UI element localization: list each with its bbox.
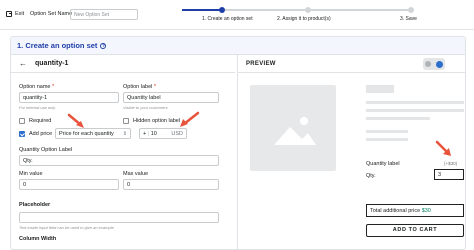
required-label: Required xyxy=(29,118,52,124)
required-checkbox[interactable] xyxy=(19,118,25,124)
option-label-label: Option label * xyxy=(123,84,157,90)
annotation-arrow-icon xyxy=(67,113,84,128)
add-price-label: Add price xyxy=(29,131,53,137)
create-option-set-panel: 1. Create an option set ? ← quantity-1 O… xyxy=(10,36,466,250)
stepper-line xyxy=(311,9,411,11)
option-editor-header: ← quantity-1 xyxy=(11,55,235,73)
placeholder-label: Placeholder xyxy=(19,202,51,208)
product-image-placeholder xyxy=(250,85,336,171)
step-3-label: 3. Save xyxy=(400,16,417,22)
placeholder-input[interactable] xyxy=(19,212,219,223)
annotation-arrow-icon xyxy=(180,111,200,127)
total-value: $30 xyxy=(421,208,431,214)
top-bar: Exit Option Set Name New Option Set 1. C… xyxy=(0,0,474,30)
mobile-icon[interactable] xyxy=(435,60,443,68)
total-label: Total additional price xyxy=(370,208,421,214)
text-placeholder-bar xyxy=(366,117,430,120)
price-type-value: Price for each quantity xyxy=(59,131,114,137)
placeholder-hint: Text inside input field can be used to g… xyxy=(19,225,114,230)
exit-label: Exit xyxy=(15,11,25,17)
price-amount-input[interactable]: + | 10 USD xyxy=(139,128,187,139)
add-to-cart-button[interactable]: ADD TO CART xyxy=(366,224,464,237)
step-2-label: 2. Assign it to product(s) xyxy=(277,16,331,22)
preview-quantity-label: Quantity label xyxy=(366,161,400,167)
price-sign: + xyxy=(143,131,147,137)
panel-header: 1. Create an option set ? xyxy=(11,37,465,55)
option-set-name-input[interactable]: New Option Set xyxy=(70,9,138,20)
hidden-option-label-checkbox[interactable] xyxy=(123,118,129,124)
quantity-option-label-input[interactable]: Qty. xyxy=(19,155,219,166)
option-name-hint: For internal use only xyxy=(19,105,56,110)
device-toggle[interactable] xyxy=(423,58,445,70)
select-caret-icon: ⇕ xyxy=(122,131,127,137)
text-placeholder-bar xyxy=(366,101,464,104)
price-type-select[interactable]: Price for each quantity ⇕ xyxy=(55,128,131,139)
exit-button[interactable]: Exit xyxy=(6,11,24,17)
preview-pane: PREVIEW Quantity label (+$30) Qty. 3 Tot… xyxy=(237,55,465,249)
stepper-line-done xyxy=(182,9,220,11)
price-amount-value: 10 xyxy=(150,131,157,137)
preview-price-tag: (+$30) xyxy=(444,161,458,166)
image-placeholder-icon xyxy=(274,117,316,145)
desktop-icon[interactable] xyxy=(425,61,432,67)
option-name-label: Option name * xyxy=(19,84,55,90)
min-value-label: Min value xyxy=(19,171,43,177)
progress-stepper: 1. Create an option set 2. Assign it to … xyxy=(182,4,422,26)
help-icon[interactable]: ? xyxy=(100,42,107,49)
exit-icon xyxy=(6,11,12,17)
add-price-checkbox[interactable] xyxy=(19,131,25,137)
option-label-input[interactable]: Quantity label xyxy=(123,92,219,103)
column-width-label: Column Width xyxy=(19,236,57,242)
text-placeholder-bar xyxy=(366,130,408,133)
text-placeholder-bar xyxy=(366,109,464,112)
option-title: quantity-1 xyxy=(35,60,69,67)
option-editor: ← quantity-1 Option name * quantity-1 Fo… xyxy=(11,55,235,249)
step-3-dot xyxy=(408,7,414,13)
annotation-arrow-icon xyxy=(435,140,451,156)
hidden-option-label-label: Hidden option label xyxy=(133,118,181,124)
stepper-line xyxy=(225,9,305,11)
max-value-input[interactable]: 0 xyxy=(123,179,219,190)
preview-qty-label: Qty. xyxy=(366,173,376,179)
step-1-label: 1. Create an option set xyxy=(202,16,253,22)
panel-title: 1. Create an option set xyxy=(17,41,98,50)
back-arrow-icon[interactable]: ← xyxy=(19,59,27,68)
option-set-name-label: Option Set Name xyxy=(30,11,73,17)
total-additional-price: Total additional price $30 xyxy=(366,204,464,217)
min-value-input[interactable]: 0 xyxy=(19,179,119,190)
title-placeholder-bar xyxy=(366,85,394,93)
preview-title: PREVIEW xyxy=(246,60,276,67)
option-name-input[interactable]: quantity-1 xyxy=(19,92,119,103)
quantity-option-label-label: Quantity Option Label xyxy=(19,147,73,153)
preview-qty-input[interactable]: 3 xyxy=(434,169,464,180)
text-placeholder-bar xyxy=(366,138,408,141)
option-label-hint: Visible to your customers xyxy=(123,105,168,110)
max-value-label: Max value xyxy=(123,171,149,177)
price-currency: USD xyxy=(171,131,183,137)
